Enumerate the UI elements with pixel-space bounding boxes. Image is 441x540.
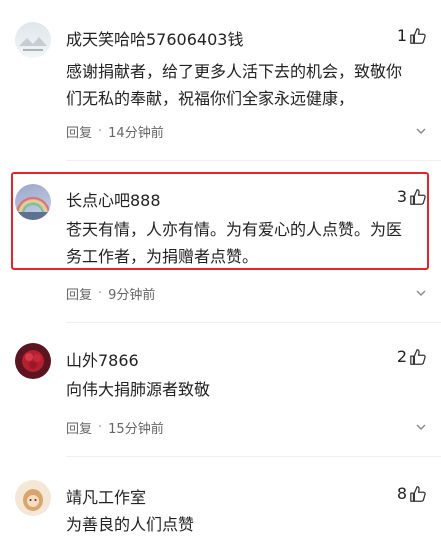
username[interactable]: 靖凡工作室 [66, 484, 146, 508]
cartoon-avatar-icon [23, 489, 43, 511]
comment-text: 为善良的人们点赞 [66, 515, 195, 534]
thumbs-up-icon [410, 485, 426, 502]
like-button[interactable]: 8 [397, 484, 427, 503]
like-count: 8 [396, 484, 407, 503]
user-avatar[interactable] [15, 480, 51, 516]
comment-item: 靖凡工作室 8 为善良的人们点赞 [0, 0, 441, 540]
